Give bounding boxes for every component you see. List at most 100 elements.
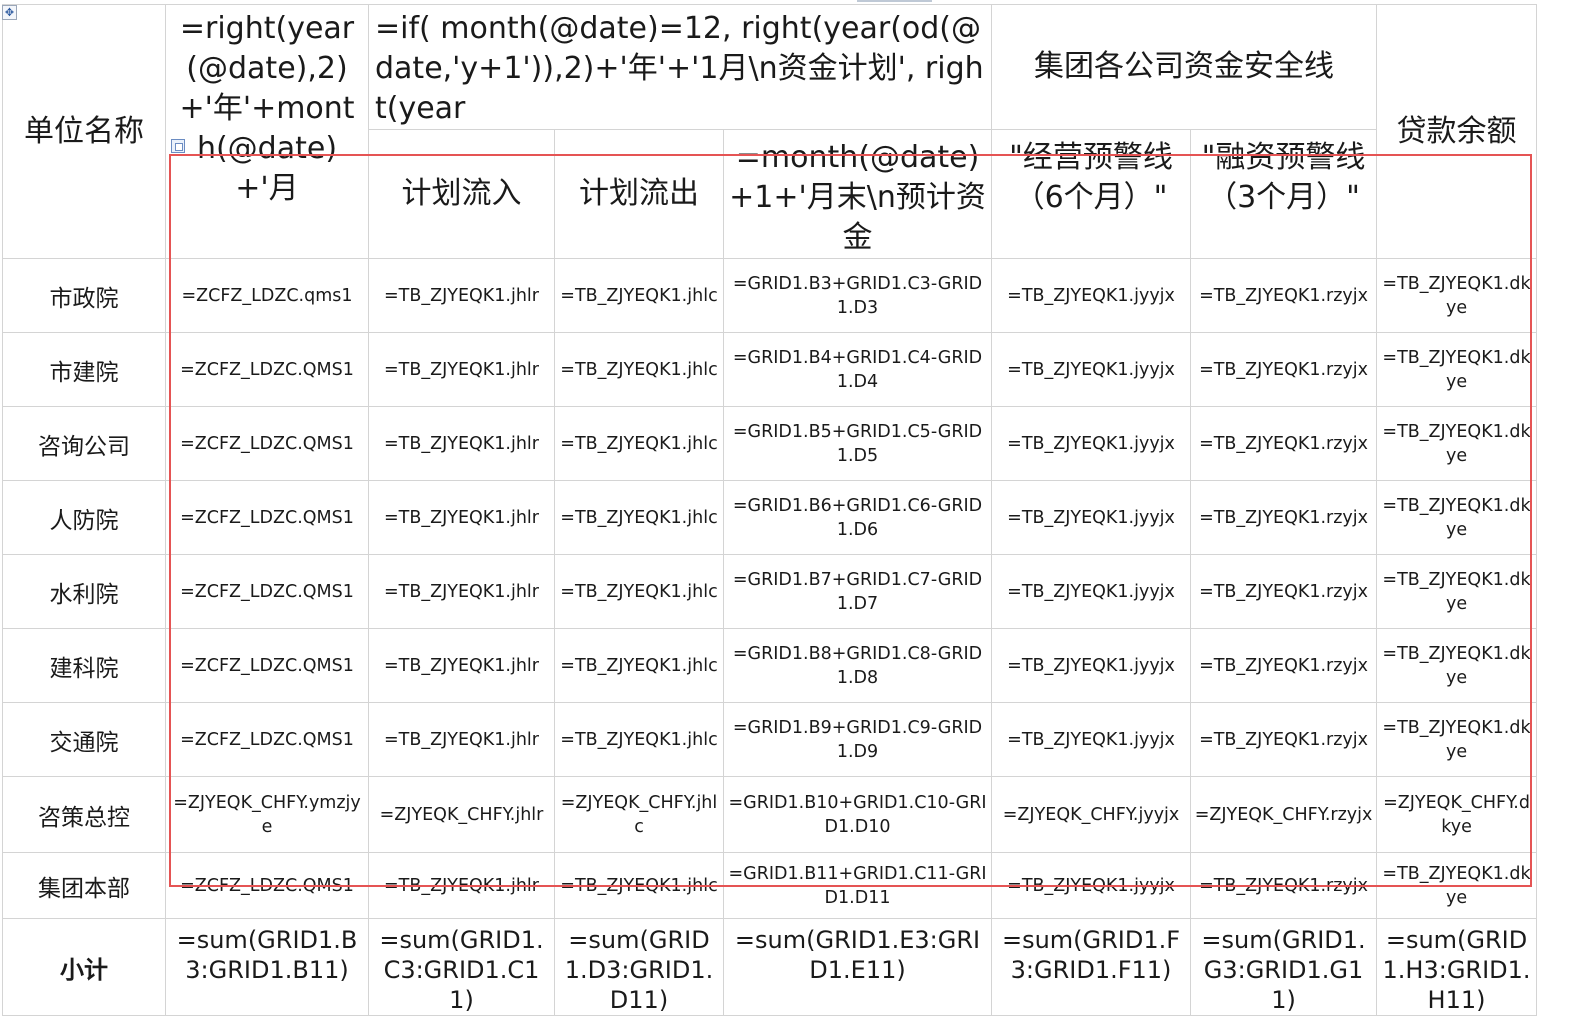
row-unit-name[interactable]: 建科院: [2, 628, 166, 703]
cell-plan-outflow[interactable]: =TB_ZJYEQK1.jhlc: [554, 332, 724, 407]
total-label[interactable]: 小计: [2, 918, 166, 1016]
cell-fin-warning[interactable]: =TB_ZJYEQK1.rzyjx: [1190, 852, 1378, 919]
cell-fin-warning[interactable]: =TB_ZJYEQK1.rzyjx: [1190, 406, 1378, 481]
cell-plan-inflow[interactable]: =TB_ZJYEQK1.jhlr: [368, 702, 555, 777]
total-month-end[interactable]: =sum(GRID1.E3:GRID1.E11): [722, 918, 993, 1016]
row-unit-name[interactable]: 咨询公司: [2, 406, 166, 481]
cell-plan-outflow[interactable]: =TB_ZJYEQK1.jhlc: [554, 702, 724, 777]
table-row: 交通院 =ZCFZ_LDZC.QMS1 =TB_ZJYEQK1.jhlr =TB…: [2, 702, 1538, 777]
cell-month-end[interactable]: =GRID1.B9+GRID1.C9-GRID1.D9: [722, 702, 993, 777]
cell-op-warning[interactable]: =TB_ZJYEQK1.jyyjx: [991, 852, 1192, 919]
header-op-warning[interactable]: "经营预警线（6个月）": [991, 129, 1192, 259]
cell-plan-outflow[interactable]: =TB_ZJYEQK1.jhlc: [554, 852, 724, 919]
cell-loan-balance[interactable]: =TB_ZJYEQK1.dkye: [1376, 702, 1538, 777]
cell-op-warning[interactable]: =TB_ZJYEQK1.jyyjx: [991, 332, 1192, 407]
total-plan-inflow[interactable]: =sum(GRID1.C3:GRID1.C11): [368, 918, 555, 1016]
cell-balance[interactable]: =ZCFZ_LDZC.QMS1: [165, 702, 369, 777]
row-unit-name[interactable]: 集团本部: [2, 852, 166, 919]
cell-loan-balance[interactable]: =ZJYEQK_CHFY.dkye: [1376, 776, 1538, 853]
cell-fin-warning[interactable]: =TB_ZJYEQK1.rzyjx: [1190, 628, 1378, 703]
cell-balance[interactable]: =ZJYEQK_CHFY.ymzjye: [165, 776, 369, 853]
cell-plan-inflow[interactable]: =TB_ZJYEQK1.jhlr: [368, 554, 555, 629]
cell-op-warning[interactable]: =TB_ZJYEQK1.jyyjx: [991, 554, 1192, 629]
total-balance[interactable]: =sum(GRID1.B3:GRID1.B11): [165, 918, 369, 1016]
row-unit-name[interactable]: 咨策总控: [2, 776, 166, 853]
cell-plan-inflow[interactable]: =TB_ZJYEQK1.jhlr: [368, 332, 555, 407]
cell-plan-inflow[interactable]: =TB_ZJYEQK1.jhlr: [368, 406, 555, 481]
row-unit-name[interactable]: 交通院: [2, 702, 166, 777]
cell-loan-balance[interactable]: =TB_ZJYEQK1.dkye: [1376, 628, 1538, 703]
cell-month-end[interactable]: =GRID1.B3+GRID1.C3-GRID1.D3: [722, 258, 993, 333]
cell-plan-outflow[interactable]: =TB_ZJYEQK1.jhlc: [554, 480, 724, 555]
row-unit-name[interactable]: 市政院: [2, 258, 166, 333]
cell-fin-warning[interactable]: =TB_ZJYEQK1.rzyjx: [1190, 258, 1378, 333]
table-row: 咨策总控 =ZJYEQK_CHFY.ymzjye =ZJYEQK_CHFY.jh…: [2, 776, 1538, 853]
header-plan-outflow[interactable]: 计划流出: [554, 129, 724, 259]
cell-loan-balance[interactable]: =TB_ZJYEQK1.dkye: [1376, 332, 1538, 407]
cell-loan-balance[interactable]: =TB_ZJYEQK1.dkye: [1376, 258, 1538, 333]
total-row: 小计 =sum(GRID1.B3:GRID1.B11) =sum(GRID1.C…: [2, 918, 1538, 1016]
table-row: 集团本部 =ZCFZ_LDZC.QMS1 =TB_ZJYEQK1.jhlr =T…: [2, 852, 1538, 919]
table-row: 市政院 =ZCFZ_LDZC.qms1 =TB_ZJYEQK1.jhlr =TB…: [2, 258, 1538, 333]
cell-op-warning[interactable]: =ZJYEQK_CHFY.jyyjx: [991, 776, 1192, 853]
row-unit-name[interactable]: 水利院: [2, 554, 166, 629]
cell-month-end[interactable]: =GRID1.B11+GRID1.C11-GRID1.D11: [722, 852, 993, 919]
cell-fin-warning[interactable]: =ZJYEQK_CHFY.rzyjx: [1190, 776, 1378, 853]
cell-op-warning[interactable]: =TB_ZJYEQK1.jyyjx: [991, 258, 1192, 333]
cell-plan-outflow[interactable]: =TB_ZJYEQK1.jhlc: [554, 554, 724, 629]
cell-plan-inflow[interactable]: =TB_ZJYEQK1.jhlr: [368, 258, 555, 333]
cell-plan-inflow[interactable]: =TB_ZJYEQK1.jhlr: [368, 480, 555, 555]
header-month-end-formula[interactable]: =month(@date)+1+'月末\n预计资金: [722, 129, 993, 259]
table-move-icon[interactable]: ✥: [2, 5, 17, 20]
cell-fin-warning[interactable]: =TB_ZJYEQK1.rzyjx: [1190, 332, 1378, 407]
total-fin-warning[interactable]: =sum(GRID1.G3:GRID1.G11): [1190, 918, 1378, 1016]
total-op-warning[interactable]: =sum(GRID1.F3:GRID1.F11): [991, 918, 1192, 1016]
cell-fin-warning[interactable]: =TB_ZJYEQK1.rzyjx: [1190, 554, 1378, 629]
header-fin-warning[interactable]: "融资预警线（3个月）": [1190, 129, 1378, 259]
cell-balance[interactable]: =ZCFZ_LDZC.QMS1: [165, 406, 369, 481]
cell-month-end[interactable]: =GRID1.B4+GRID1.C4-GRID1.D4: [722, 332, 993, 407]
cell-month-end[interactable]: =GRID1.B10+GRID1.C10-GRID1.D10: [722, 776, 993, 853]
cell-plan-outflow[interactable]: =TB_ZJYEQK1.jhlc: [554, 406, 724, 481]
cell-balance[interactable]: =ZCFZ_LDZC.QMS1: [165, 628, 369, 703]
cell-plan-outflow[interactable]: =TB_ZJYEQK1.jhlc: [554, 258, 724, 333]
header-plan-formula[interactable]: =if( month(@date)=12, right(year(od(@dat…: [367, 4, 993, 130]
cell-op-warning[interactable]: =TB_ZJYEQK1.jyyjx: [991, 406, 1192, 481]
cell-month-end[interactable]: =GRID1.B6+GRID1.C6-GRID1.D6: [722, 480, 993, 555]
cell-month-end[interactable]: =GRID1.B7+GRID1.C7-GRID1.D7: [722, 554, 993, 629]
cell-loan-balance[interactable]: =TB_ZJYEQK1.dkye: [1376, 554, 1538, 629]
header-unit-name[interactable]: 单位名称: [2, 4, 166, 259]
cell-fin-warning[interactable]: =TB_ZJYEQK1.rzyjx: [1190, 480, 1378, 555]
cell-month-end[interactable]: =GRID1.B5+GRID1.C5-GRID1.D5: [722, 406, 993, 481]
cell-plan-inflow[interactable]: =TB_ZJYEQK1.jhlr: [368, 852, 555, 919]
cell-loan-balance[interactable]: =TB_ZJYEQK1.dkye: [1376, 406, 1538, 481]
table-row: 市建院 =ZCFZ_LDZC.QMS1 =TB_ZJYEQK1.jhlr =TB…: [2, 332, 1538, 407]
cell-balance[interactable]: =ZCFZ_LDZC.qms1: [165, 258, 369, 333]
cell-fin-warning[interactable]: =TB_ZJYEQK1.rzyjx: [1190, 702, 1378, 777]
cell-balance[interactable]: =ZCFZ_LDZC.QMS1: [165, 332, 369, 407]
cell-loan-balance[interactable]: =TB_ZJYEQK1.dkye: [1376, 480, 1538, 555]
cell-op-warning[interactable]: =TB_ZJYEQK1.jyyjx: [991, 628, 1192, 703]
cell-month-end[interactable]: =GRID1.B8+GRID1.C8-GRID1.D8: [722, 628, 993, 703]
total-plan-outflow[interactable]: =sum(GRID1.D3:GRID1.D11): [554, 918, 724, 1016]
cell-plan-inflow[interactable]: =TB_ZJYEQK1.jhlr: [368, 628, 555, 703]
header-year-formula[interactable]: =right(year(@date),2)+'年'+month(@date)+'…: [165, 4, 369, 259]
table-row: 人防院 =ZCFZ_LDZC.QMS1 =TB_ZJYEQK1.jhlr =TB…: [2, 480, 1538, 555]
cell-balance[interactable]: =ZCFZ_LDZC.QMS1: [165, 554, 369, 629]
header-safety-line[interactable]: 集团各公司资金安全线: [991, 4, 1378, 130]
header-plan-inflow[interactable]: 计划流入: [368, 129, 555, 259]
cell-plan-inflow[interactable]: =ZJYEQK_CHFY.jhlr: [368, 776, 555, 853]
cell-balance[interactable]: =ZCFZ_LDZC.QMS1: [165, 852, 369, 919]
cell-op-warning[interactable]: =TB_ZJYEQK1.jyyjx: [991, 480, 1192, 555]
select-range-icon[interactable]: [171, 139, 185, 153]
total-loan-balance[interactable]: =sum(GRID1.H3:GRID1.H11): [1376, 918, 1538, 1016]
cell-balance[interactable]: =ZCFZ_LDZC.QMS1: [165, 480, 369, 555]
cell-plan-outflow[interactable]: =TB_ZJYEQK1.jhlc: [554, 628, 724, 703]
header-loan-balance[interactable]: 贷款余额: [1376, 4, 1538, 259]
row-unit-name[interactable]: 人防院: [2, 480, 166, 555]
table-row: 水利院 =ZCFZ_LDZC.QMS1 =TB_ZJYEQK1.jhlr =TB…: [2, 554, 1538, 629]
cell-loan-balance[interactable]: =TB_ZJYEQK1.dkye: [1376, 852, 1538, 919]
cell-op-warning[interactable]: =TB_ZJYEQK1.jyyjx: [991, 702, 1192, 777]
cell-plan-outflow[interactable]: =ZJYEQK_CHFY.jhlc: [554, 776, 724, 853]
row-unit-name[interactable]: 市建院: [2, 332, 166, 407]
